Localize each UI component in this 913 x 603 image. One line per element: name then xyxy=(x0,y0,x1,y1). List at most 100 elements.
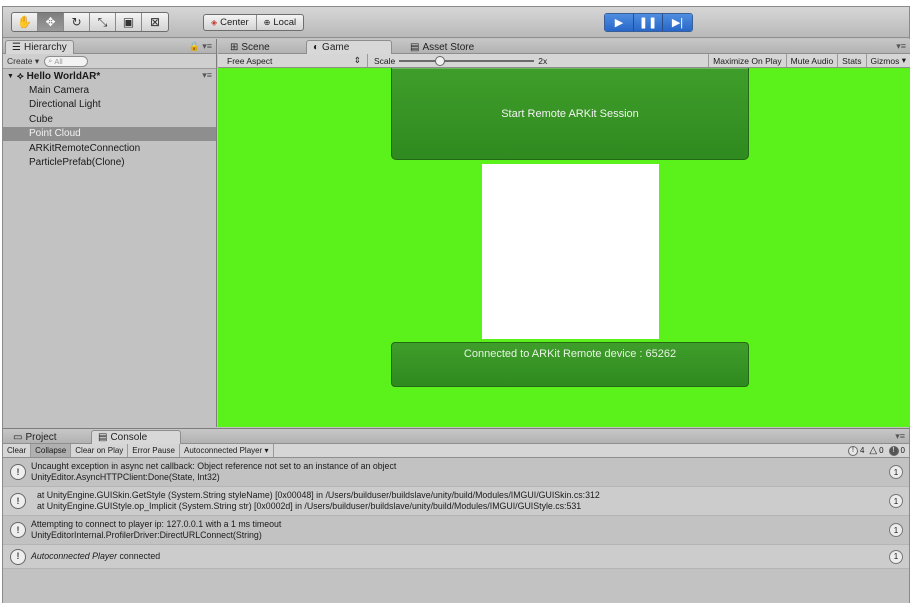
scale-slider-knob[interactable] xyxy=(435,55,446,66)
console-menu-icon[interactable]: ▾≡ xyxy=(895,431,905,442)
asset-store-tab-label: Asset Store xyxy=(422,41,475,53)
log-line: UnityEditor.AsyncHTTPClient:Done(State, … xyxy=(31,472,220,482)
gizmos-label: Gizmos xyxy=(870,55,900,66)
hierarchy-item[interactable]: ARKitRemoteConnection xyxy=(3,141,216,156)
clear-button[interactable]: Clear xyxy=(3,444,32,457)
autoconnected-player-dropdown[interactable]: Autoconnected Player ▾ xyxy=(180,444,274,457)
log-info-icon: ! xyxy=(10,493,26,509)
rotate-tool-icon[interactable]: ↻ xyxy=(64,13,90,31)
hierarchy-item-selected[interactable]: Point Cloud xyxy=(3,126,216,141)
scale-value: 2x xyxy=(538,55,548,66)
dropdown-arrows-icon: ⇕ xyxy=(353,55,361,65)
console-panel: ▭ Project ▤ Console ▾≡ Clear Collapse Cl… xyxy=(3,428,909,603)
scene-root-row[interactable]: ▼ ⟡ Hello WorldAR* ▾≡ xyxy=(3,69,216,83)
tab-asset-store[interactable]: ▤ Asset Store xyxy=(404,40,480,54)
error-count-toggle[interactable]: ! 0 xyxy=(888,445,905,456)
log-entry[interactable]: ! Uncaught exception in async net callba… xyxy=(3,458,909,487)
pivot-center-icon: ◈ xyxy=(211,18,218,27)
warning-count: 0 xyxy=(879,446,884,455)
log-info-icon: ! xyxy=(10,548,26,565)
console-tab-label: Console xyxy=(110,432,148,443)
console-toolbar: Clear Collapse Clear on Play Error Pause… xyxy=(3,444,909,458)
tab-game[interactable]: ◐ Game xyxy=(306,40,392,54)
autoconnected-player-label: Autoconnected Player xyxy=(183,446,263,455)
panel-menu-icon[interactable]: 🔒 ▾≡ xyxy=(189,41,212,52)
create-label: Create xyxy=(7,55,33,66)
tab-hierarchy[interactable]: ☰ Hierarchy xyxy=(5,40,74,54)
warning-icon: △ xyxy=(869,445,878,456)
view-tabbar: ⊞ Scene ◐ Game ▤ Asset Store ▾≡ xyxy=(218,39,910,54)
scene-menu-icon[interactable]: ▾≡ xyxy=(202,70,212,81)
move-tool-icon[interactable]: ✥ xyxy=(38,13,64,31)
camera-feed xyxy=(482,164,659,339)
game-tab-label: Game xyxy=(322,42,350,53)
tab-project[interactable]: ▭ Project xyxy=(7,430,63,444)
warning-count-toggle[interactable]: △ 0 xyxy=(869,445,883,456)
game-viewport[interactable]: Start Remote ARKit Session Connected to … xyxy=(218,68,910,427)
info-count-toggle[interactable]: ! 4 xyxy=(847,445,864,456)
info-icon: ! xyxy=(847,445,858,456)
folder-icon: ▭ xyxy=(13,431,23,443)
hierarchy-item[interactable]: ParticlePrefab(Clone) xyxy=(3,156,216,171)
stats-toggle[interactable]: Stats xyxy=(837,54,865,67)
error-count: 0 xyxy=(900,446,905,455)
scale-tool-icon[interactable]: ⤡ xyxy=(90,13,116,31)
transform-tool-icon[interactable]: ⊠ xyxy=(142,13,168,31)
pivot-local-button[interactable]: ⊕ Local xyxy=(257,15,303,30)
collapse-toggle[interactable]: Collapse xyxy=(31,444,72,457)
hierarchy-item[interactable]: Cube xyxy=(3,112,216,127)
gizmos-dropdown[interactable]: Gizmos ▾ xyxy=(865,54,910,67)
log-counters: ! 4 △ 0 ! 0 xyxy=(847,445,909,456)
pivot-center-button[interactable]: ◈ Center xyxy=(204,15,257,30)
error-pause-toggle[interactable]: Error Pause xyxy=(128,444,180,457)
log-entry[interactable]: ! at UnityEngine.GUISkin.GetStyle (Syste… xyxy=(3,487,909,516)
log-line: at UnityEngine.GUIStyle.op_Implicit (Sys… xyxy=(37,501,582,511)
scale-label: Scale xyxy=(374,55,396,66)
scale-slider[interactable] xyxy=(399,55,535,66)
log-line: Autoconnected Player connected xyxy=(31,551,879,562)
connection-status-text: Connected to ARKit Remote device : 65262 xyxy=(463,348,677,360)
hand-tool-icon[interactable]: ✋ xyxy=(12,13,38,31)
game-tab-icon: ◐ xyxy=(313,42,320,53)
hierarchy-item[interactable]: Main Camera xyxy=(3,83,216,98)
game-view-toolbar: Free Aspect ⇕ Scale 2x Maximize On Play … xyxy=(218,54,910,68)
play-icon[interactable]: ▶ xyxy=(605,14,634,31)
transform-tools: ✋ ✥ ↻ ⤡ ▣ ⊠ xyxy=(11,12,169,32)
log-info-icon: ! xyxy=(10,464,26,480)
clear-on-play-toggle[interactable]: Clear on Play xyxy=(71,444,129,457)
console-tab-icon: ▤ xyxy=(98,432,108,443)
pivot-center-label: Center xyxy=(220,17,249,28)
hierarchy-subbar: Create ▾ ⌕ All xyxy=(3,54,216,69)
hierarchy-item[interactable]: Directional Light xyxy=(3,98,216,113)
mute-audio-toggle[interactable]: Mute Audio xyxy=(785,54,838,67)
tab-console[interactable]: ▤ Console xyxy=(91,430,181,444)
search-icon: ⌕ xyxy=(48,56,53,65)
hierarchy-search-input[interactable]: ⌕ All xyxy=(44,55,89,67)
pivot-local-icon: ⊕ xyxy=(263,18,271,27)
aspect-dropdown[interactable]: Free Aspect ⇕ xyxy=(218,54,368,67)
game-view-options: Maximize On Play Mute Audio Stats Gizmos… xyxy=(708,54,910,67)
step-icon[interactable]: ▶| xyxy=(663,14,692,31)
start-remote-arkit-button[interactable]: Start Remote ARKit Session xyxy=(391,68,749,160)
asset-store-icon: ▤ xyxy=(410,41,420,53)
view-menu-icon[interactable]: ▾≡ xyxy=(896,41,906,52)
maximize-on-play-toggle[interactable]: Maximize On Play xyxy=(708,54,786,67)
log-line: UnityEditorInternal.ProfilerDriver:Direc… xyxy=(31,530,262,540)
hierarchy-tab-icon: ☰ xyxy=(12,42,21,53)
search-placeholder: All xyxy=(54,56,63,66)
rect-tool-icon[interactable]: ▣ xyxy=(116,13,142,31)
tab-scene[interactable]: ⊞ Scene xyxy=(224,40,276,54)
log-line: Uncaught exception in async net callback… xyxy=(31,461,397,471)
pause-icon[interactable]: ❚❚ xyxy=(634,14,663,31)
log-player-name: Autoconnected Player xyxy=(31,551,118,561)
unity-scene-icon: ⟡ xyxy=(16,70,24,82)
create-dropdown[interactable]: Create ▾ xyxy=(7,56,39,67)
project-tab-label: Project xyxy=(25,431,57,443)
log-entry[interactable]: ! Attempting to connect to player ip: 12… xyxy=(3,516,909,545)
log-entry[interactable]: ! Autoconnected Player connected 1 xyxy=(3,545,909,569)
log-count-badge: 1 xyxy=(889,465,903,479)
hierarchy-tabbar: ☰ Hierarchy 🔒 ▾≡ xyxy=(3,39,216,54)
expand-arrow-icon[interactable]: ▼ xyxy=(7,73,14,80)
main-toolbar: ✋ ✥ ↻ ⤡ ▣ ⊠ ◈ Center ⊕ Local ▶ ❚❚ ▶| xyxy=(3,7,909,38)
scene-tab-icon: ⊞ xyxy=(230,41,239,53)
